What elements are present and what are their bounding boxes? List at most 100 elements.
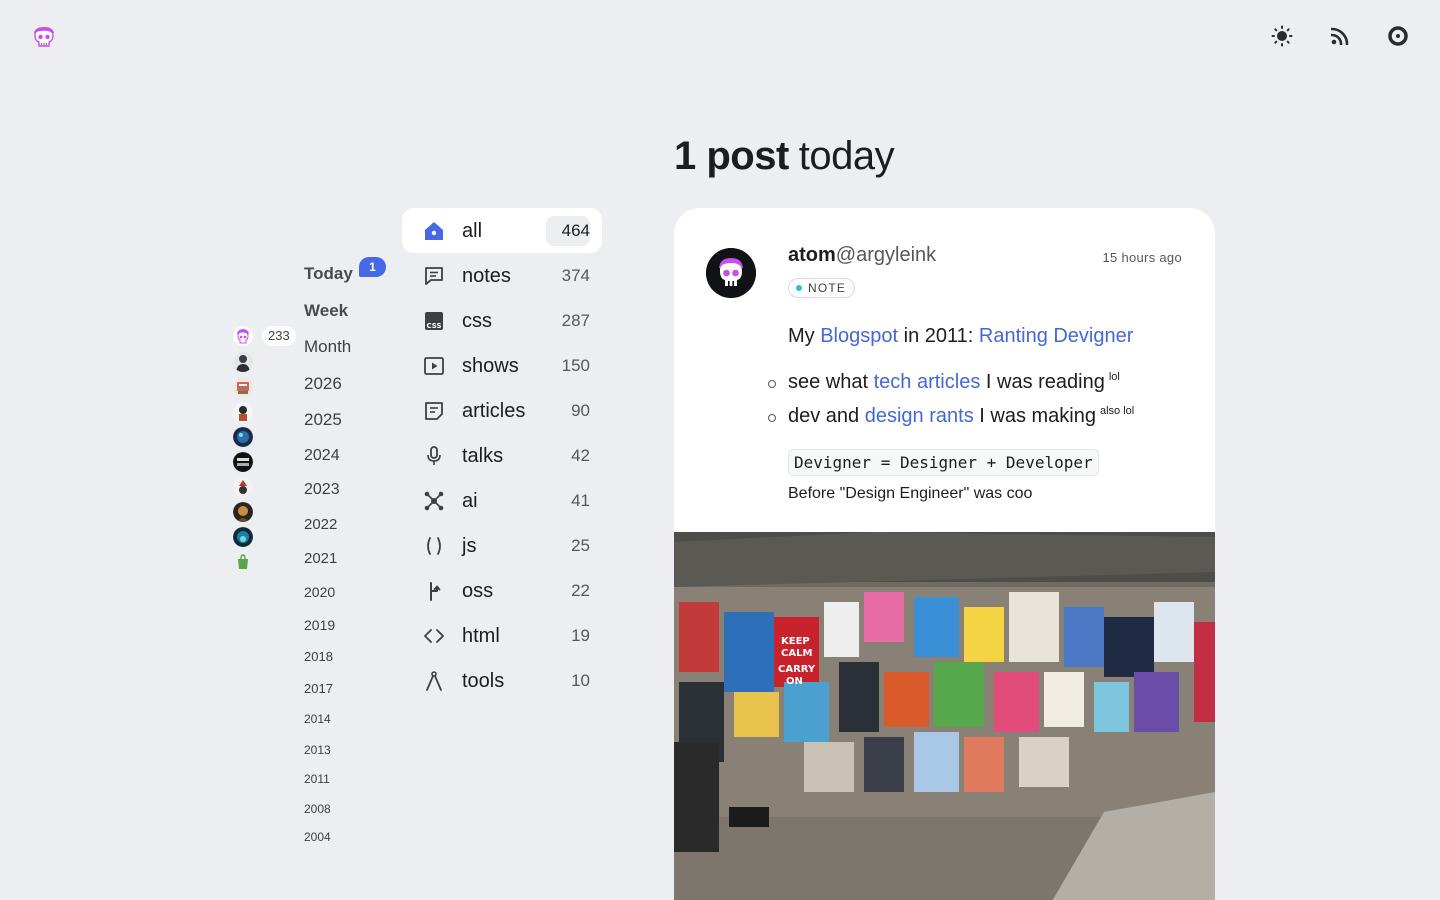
site-logo[interactable]	[31, 24, 57, 50]
post-caption: Before "Design Engineer" was coo	[788, 485, 1033, 502]
skull-logo-icon	[34, 27, 54, 47]
post-image[interactable]: KEEP CALM CARRY ON	[674, 532, 1215, 900]
tag-count: 90	[571, 401, 590, 420]
tag-label: oss	[462, 579, 494, 602]
svg-text:CALM: CALM	[781, 648, 812, 659]
time-filter-year[interactable]: 2017	[304, 681, 333, 696]
text: see what	[788, 371, 874, 393]
tag-tools[interactable]: tools 10	[420, 664, 590, 698]
tag-count: 287	[561, 311, 590, 330]
post-type-badge[interactable]: NOTE	[788, 278, 856, 298]
tag-label: notes	[462, 264, 511, 287]
post-author[interactable]: atom@argyleink	[788, 244, 936, 267]
tag-count: 464	[546, 216, 590, 246]
branch-icon	[420, 577, 448, 605]
time-filter-year[interactable]: 2024	[304, 447, 340, 465]
tag-css[interactable]: CSS css 287	[420, 304, 590, 338]
svg-text:CSS: CSS	[426, 322, 441, 330]
time-filter-year[interactable]: 2026	[304, 374, 342, 394]
time-filter-year[interactable]: 2023	[304, 481, 340, 499]
avatar[interactable]	[233, 402, 253, 422]
braces-icon	[420, 532, 448, 560]
time-filter-year[interactable]: 2014	[304, 712, 331, 726]
tag-talks[interactable]: talks 42	[420, 439, 590, 473]
avatar[interactable]	[233, 352, 253, 372]
poster-wall-image: KEEP CALM CARRY ON	[674, 532, 1215, 900]
blogspot-link[interactable]: Blogspot	[820, 325, 898, 347]
tag-count: 374	[561, 266, 590, 285]
avatar[interactable]	[233, 527, 253, 547]
avatar[interactable]	[233, 377, 253, 397]
time-filter-year[interactable]: 2004	[304, 830, 331, 844]
tag-oss[interactable]: oss 22	[420, 574, 590, 608]
time-filter-year[interactable]: 2013	[304, 743, 331, 757]
text: I was reading	[980, 371, 1105, 393]
time-filter-year[interactable]: 2020	[304, 584, 335, 600]
design-rants-link[interactable]: design rants	[865, 405, 974, 427]
text: in 2011:	[898, 325, 979, 347]
github-button[interactable]	[1386, 24, 1410, 48]
compass-icon	[420, 667, 448, 695]
post-timestamp[interactable]: 15 hours ago	[1103, 250, 1183, 265]
author-handle: @argyleink	[835, 244, 937, 266]
avatar[interactable]	[233, 452, 253, 472]
svg-text:KEEP: KEEP	[781, 636, 810, 647]
code-snippet: Devigner = Designer + Developer	[788, 449, 1099, 476]
time-filter-year[interactable]: 2022	[304, 516, 337, 533]
tag-js[interactable]: js 25	[420, 529, 590, 563]
svg-text:ON: ON	[786, 676, 803, 687]
article-icon	[420, 397, 448, 425]
avatar[interactable]	[233, 502, 253, 522]
post-author-avatar[interactable]	[706, 248, 756, 298]
page-title: 1 post today	[674, 134, 895, 179]
theme-toggle-button[interactable]	[1270, 24, 1294, 48]
tag-html[interactable]: html 19	[420, 619, 590, 653]
rss-feed-button[interactable]	[1328, 24, 1352, 48]
avatar[interactable]	[233, 326, 253, 346]
time-filter-year[interactable]: 2019	[304, 617, 335, 633]
tag-count: 19	[571, 626, 590, 645]
footnote: also lol	[1099, 405, 1135, 418]
bullet-icon	[768, 414, 776, 422]
time-filter-year[interactable]: 2021	[304, 550, 337, 567]
tech-articles-link[interactable]: tech articles	[874, 371, 981, 393]
tag-count: 22	[571, 581, 590, 600]
time-filter-year[interactable]: 2011	[304, 772, 330, 786]
play-icon	[420, 352, 448, 380]
rss-icon	[1331, 27, 1349, 45]
tag-all[interactable]: all 464	[420, 214, 590, 248]
time-filter-month[interactable]: Month	[304, 337, 351, 357]
time-filter-year[interactable]: 2018	[304, 649, 333, 664]
tag-count: 41	[571, 491, 590, 510]
avatar[interactable]	[233, 477, 253, 497]
time-filter-year[interactable]: 2025	[304, 410, 342, 430]
tag-label: shows	[462, 354, 519, 377]
header-actions	[1270, 24, 1410, 48]
tag-count: 150	[561, 356, 590, 375]
svg-text:CARRY: CARRY	[778, 664, 816, 675]
tag-count: 42	[571, 446, 590, 465]
tag-label: tools	[462, 669, 505, 692]
ranting-devigner-link[interactable]: Ranting Devigner	[979, 325, 1134, 347]
time-filter-year[interactable]: 2008	[304, 802, 331, 816]
text: My	[788, 325, 821, 347]
tag-label: css	[462, 309, 492, 332]
tag-shows[interactable]: shows 150	[420, 349, 590, 383]
tag-ai[interactable]: ai 41	[420, 484, 590, 518]
status-dot-icon	[796, 285, 802, 291]
tag-articles[interactable]: articles 90	[420, 394, 590, 428]
time-filter-today[interactable]: Today	[304, 264, 353, 284]
avatar[interactable]	[233, 427, 253, 447]
tag-label: js	[462, 534, 477, 557]
avatar[interactable]	[233, 552, 253, 572]
mic-icon	[420, 442, 448, 470]
author-name: atom	[788, 244, 836, 266]
post-count: 1 post	[674, 134, 789, 178]
bullet-icon	[768, 380, 776, 388]
tag-label: ai	[462, 489, 478, 512]
tag-notes[interactable]: notes 374	[420, 259, 590, 293]
tag-label: all	[462, 219, 483, 242]
footnote: lol	[1108, 371, 1120, 384]
time-filter-week[interactable]: Week	[304, 301, 348, 321]
post-card: atom@argyleink 15 hours ago NOTE My Blog…	[674, 208, 1215, 900]
